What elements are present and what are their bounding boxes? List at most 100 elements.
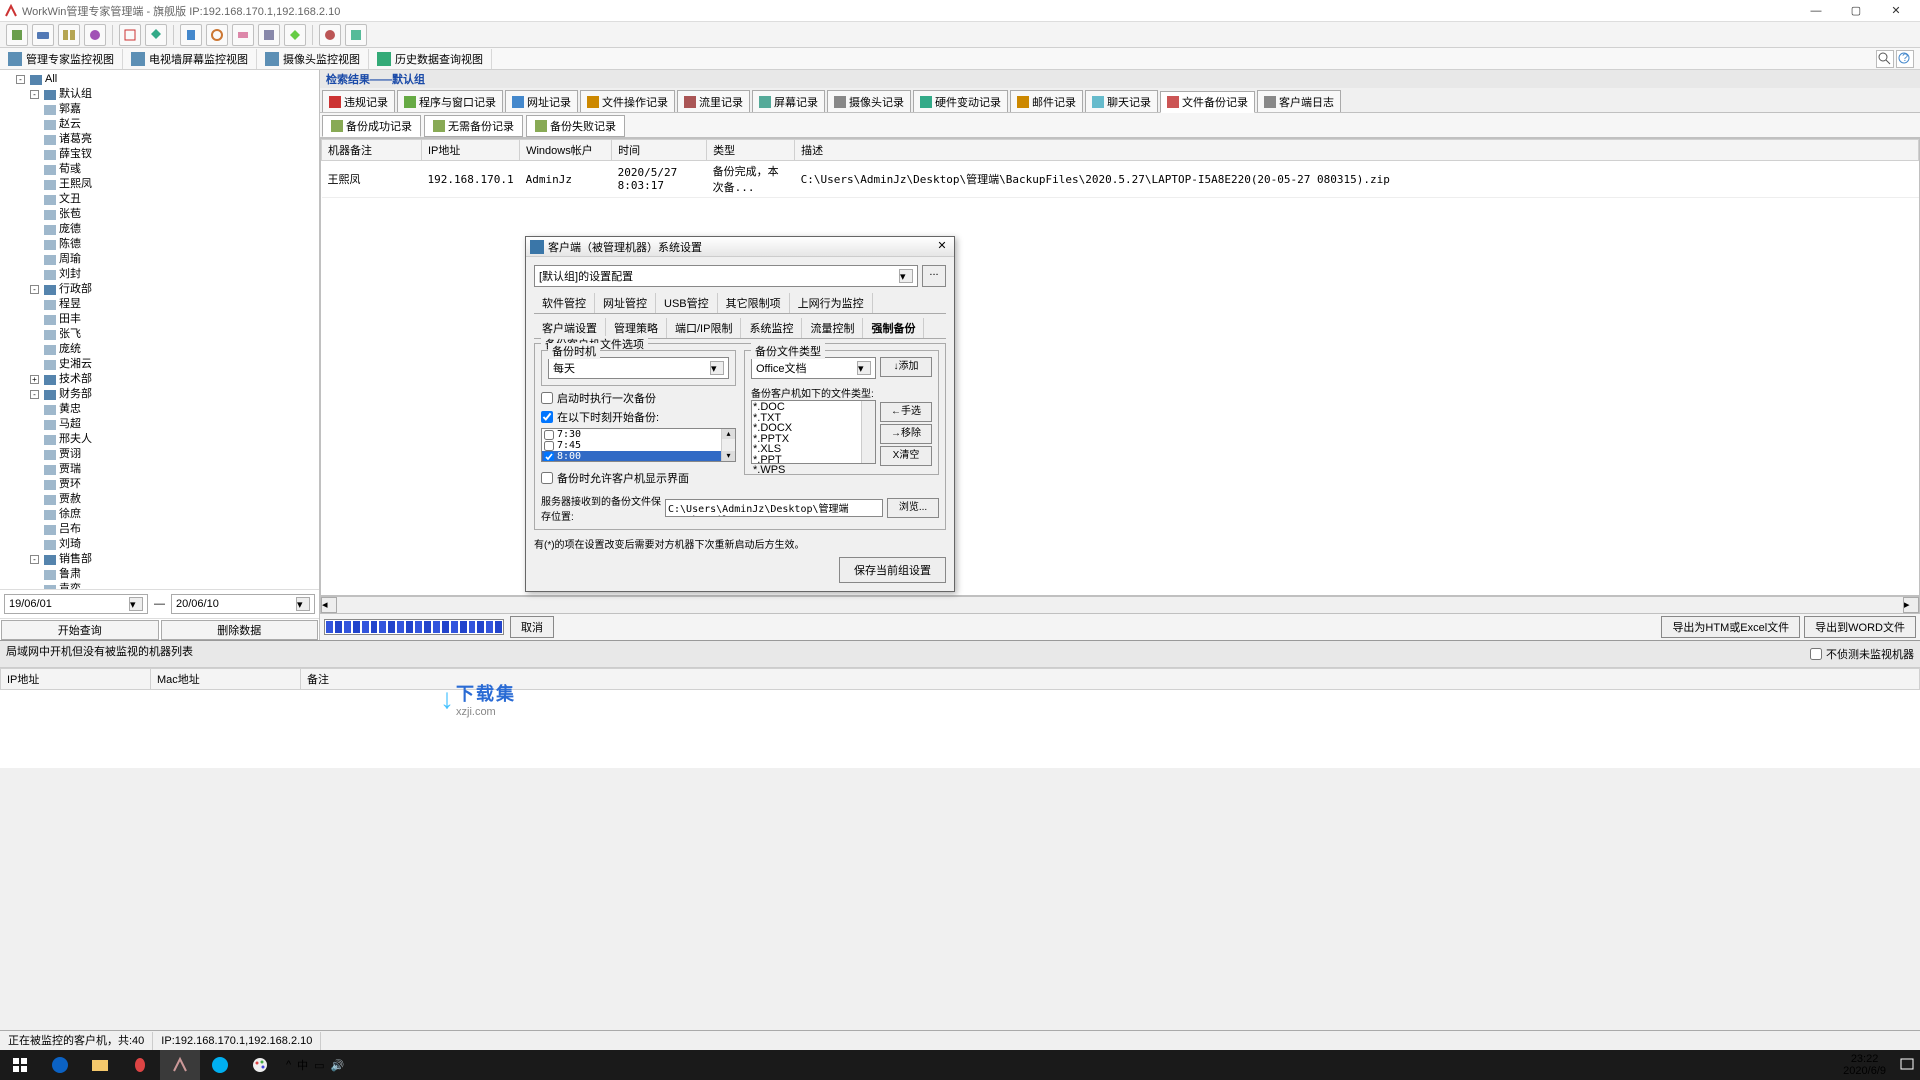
dialog-tab[interactable]: 其它限制项 xyxy=(718,293,790,313)
show-ui-checkbox[interactable]: 备份时允许客户机显示界面 xyxy=(541,470,736,486)
tree-host[interactable]: 鲁肃 xyxy=(44,567,317,582)
dialog-tab[interactable]: 客户端设置 xyxy=(534,318,606,338)
export-word-button[interactable]: 导出到WORD文件 xyxy=(1804,616,1916,638)
tree-host[interactable]: 贾诩 xyxy=(44,447,317,462)
tree-host[interactable]: 刘琦 xyxy=(44,537,317,552)
record-tab[interactable]: 硬件变动记录 xyxy=(913,90,1008,112)
record-tab[interactable]: 流里记录 xyxy=(677,90,750,112)
record-tab[interactable]: 客户端日志 xyxy=(1257,90,1341,112)
tree-host[interactable]: 薛宝钗 xyxy=(44,147,317,162)
start-query-button[interactable]: 开始查询 xyxy=(1,620,159,640)
maximize-button[interactable]: ▢ xyxy=(1836,1,1876,21)
export-html-button[interactable]: 导出为HTM或Excel文件 xyxy=(1661,616,1800,638)
tree-host[interactable]: 贾环 xyxy=(44,477,317,492)
help-icon[interactable]: ? xyxy=(1896,50,1914,68)
notification-icon[interactable] xyxy=(1894,1050,1920,1080)
tree-group[interactable]: + 技术部 xyxy=(30,372,317,387)
backup-on-start-checkbox[interactable]: 启动时执行一次备份 xyxy=(541,390,736,406)
tree-host[interactable]: 黄忠 xyxy=(44,402,317,417)
record-tab[interactable]: 摄像头记录 xyxy=(827,90,911,112)
view-tab-history[interactable]: 历史数据查询视图 xyxy=(369,49,492,69)
doc-type-combo[interactable]: Office文档▾ xyxy=(751,357,876,379)
tree-host[interactable]: 贾赦 xyxy=(44,492,317,507)
tree-host[interactable]: 张苞 xyxy=(44,207,317,222)
task-skype[interactable] xyxy=(200,1050,240,1080)
record-tab[interactable]: 文件操作记录 xyxy=(580,90,675,112)
task-edge[interactable] xyxy=(40,1050,80,1080)
record-tab[interactable]: 违规记录 xyxy=(322,90,395,112)
lan-no-detect-checkbox[interactable]: 不侦测未监视机器 xyxy=(1810,646,1914,662)
config-more-button[interactable]: ... xyxy=(922,265,946,287)
record-tab[interactable]: 网址记录 xyxy=(505,90,578,112)
tree-host[interactable]: 赵云 xyxy=(44,117,317,132)
tree-group[interactable]: - 财务部 xyxy=(30,387,317,402)
lan-table[interactable]: IP地址Mac地址备注 xyxy=(0,668,1920,768)
table-row[interactable]: 王熙凤 192.168.170.1 AdminJz 2020/5/27 8:03… xyxy=(322,161,1919,198)
tree-host[interactable]: 庞德 xyxy=(44,222,317,237)
view-tab-monitor[interactable]: 管理专家监控视图 xyxy=(0,49,123,69)
tool-10[interactable] xyxy=(258,24,280,46)
tool-11[interactable] xyxy=(284,24,306,46)
taskbar-clock[interactable]: 23:222020/6/9 xyxy=(1835,1053,1894,1077)
tree-group[interactable]: - 默认组 xyxy=(30,87,317,102)
dialog-tab[interactable]: 上网行为监控 xyxy=(790,293,873,313)
tree-host[interactable]: 庞统 xyxy=(44,342,317,357)
config-combo[interactable]: [默认组]的设置配置▾ xyxy=(534,265,918,287)
tree-host[interactable]: 郭嘉 xyxy=(44,102,317,117)
date-to[interactable]: 20/06/10▾ xyxy=(171,594,315,614)
tree-group[interactable]: - 行政部 xyxy=(30,282,317,297)
backup-frequency-combo[interactable]: 每天▾ xyxy=(548,357,729,379)
tree-host[interactable]: 马超 xyxy=(44,417,317,432)
dialog-tab[interactable]: 系统监控 xyxy=(741,318,802,338)
tree-host[interactable]: 张飞 xyxy=(44,327,317,342)
tree-host[interactable]: 周瑜 xyxy=(44,252,317,267)
record-tab[interactable]: 文件备份记录 xyxy=(1160,91,1255,113)
tree-host[interactable]: 荀彧 xyxy=(44,162,317,177)
view-tab-camera[interactable]: 摄像头监控视图 xyxy=(257,49,369,69)
tool-12[interactable] xyxy=(319,24,341,46)
tree-host[interactable]: 徐庶 xyxy=(44,507,317,522)
tool-1[interactable] xyxy=(6,24,28,46)
date-from[interactable]: 19/06/01▾ xyxy=(4,594,148,614)
tool-5[interactable] xyxy=(119,24,141,46)
tree-host[interactable]: 田丰 xyxy=(44,312,317,327)
tool-13[interactable] xyxy=(345,24,367,46)
tree-host[interactable]: 袁奕 xyxy=(44,582,317,589)
search-icon[interactable] xyxy=(1876,50,1894,68)
dialog-tab[interactable]: USB管控 xyxy=(656,293,718,313)
backup-time-list[interactable]: 7:307:458:00▴▾ xyxy=(541,428,736,462)
horizontal-scrollbar[interactable]: ◂▸ xyxy=(320,596,1920,614)
tree-host[interactable]: 文丑 xyxy=(44,192,317,207)
tool-9[interactable] xyxy=(232,24,254,46)
sub-tab[interactable]: 备份失败记录 xyxy=(526,115,625,137)
save-settings-button[interactable]: 保存当前组设置 xyxy=(839,557,946,583)
dialog-close-button[interactable]: ✕ xyxy=(934,240,950,254)
add-type-button[interactable]: ↓添加 xyxy=(880,357,932,377)
tool-7[interactable] xyxy=(180,24,202,46)
record-tab[interactable]: 聊天记录 xyxy=(1085,90,1158,112)
record-tab[interactable]: 邮件记录 xyxy=(1010,90,1083,112)
tree-host[interactable]: 诸葛亮 xyxy=(44,132,317,147)
tree-host[interactable]: 刘封 xyxy=(44,267,317,282)
delete-data-button[interactable]: 删除数据 xyxy=(161,620,319,640)
dialog-tab[interactable]: 强制备份 xyxy=(863,318,924,338)
remove-type-button[interactable]: →移除 xyxy=(880,424,932,444)
task-app[interactable] xyxy=(160,1050,200,1080)
host-tree[interactable]: - All- 默认组 郭嘉 赵云 诸葛亮 薛宝钗 荀彧 王熙凤 文丑 张苞 庞德… xyxy=(0,70,319,589)
cancel-button[interactable]: 取消 xyxy=(510,616,554,638)
record-tab[interactable]: 程序与窗口记录 xyxy=(397,90,503,112)
tree-host[interactable]: 陈德 xyxy=(44,237,317,252)
record-tab[interactable]: 屏幕记录 xyxy=(752,90,825,112)
dialog-tab[interactable]: 软件管控 xyxy=(534,293,595,313)
view-tab-tvwall[interactable]: 电视墙屏幕监控视图 xyxy=(123,49,257,69)
tree-group[interactable]: - 销售部 xyxy=(30,552,317,567)
tool-6[interactable] xyxy=(145,24,167,46)
dialog-tab[interactable]: 管理策略 xyxy=(606,318,667,338)
minimize-button[interactable]: — xyxy=(1796,1,1836,21)
manual-select-button[interactable]: ←手选 xyxy=(880,402,932,422)
close-button[interactable]: ✕ xyxy=(1876,1,1916,21)
task-explorer[interactable] xyxy=(80,1050,120,1080)
sub-tab[interactable]: 备份成功记录 xyxy=(322,115,421,137)
dialog-tab[interactable]: 端口/IP限制 xyxy=(667,318,741,338)
tree-host[interactable]: 邢夫人 xyxy=(44,432,317,447)
